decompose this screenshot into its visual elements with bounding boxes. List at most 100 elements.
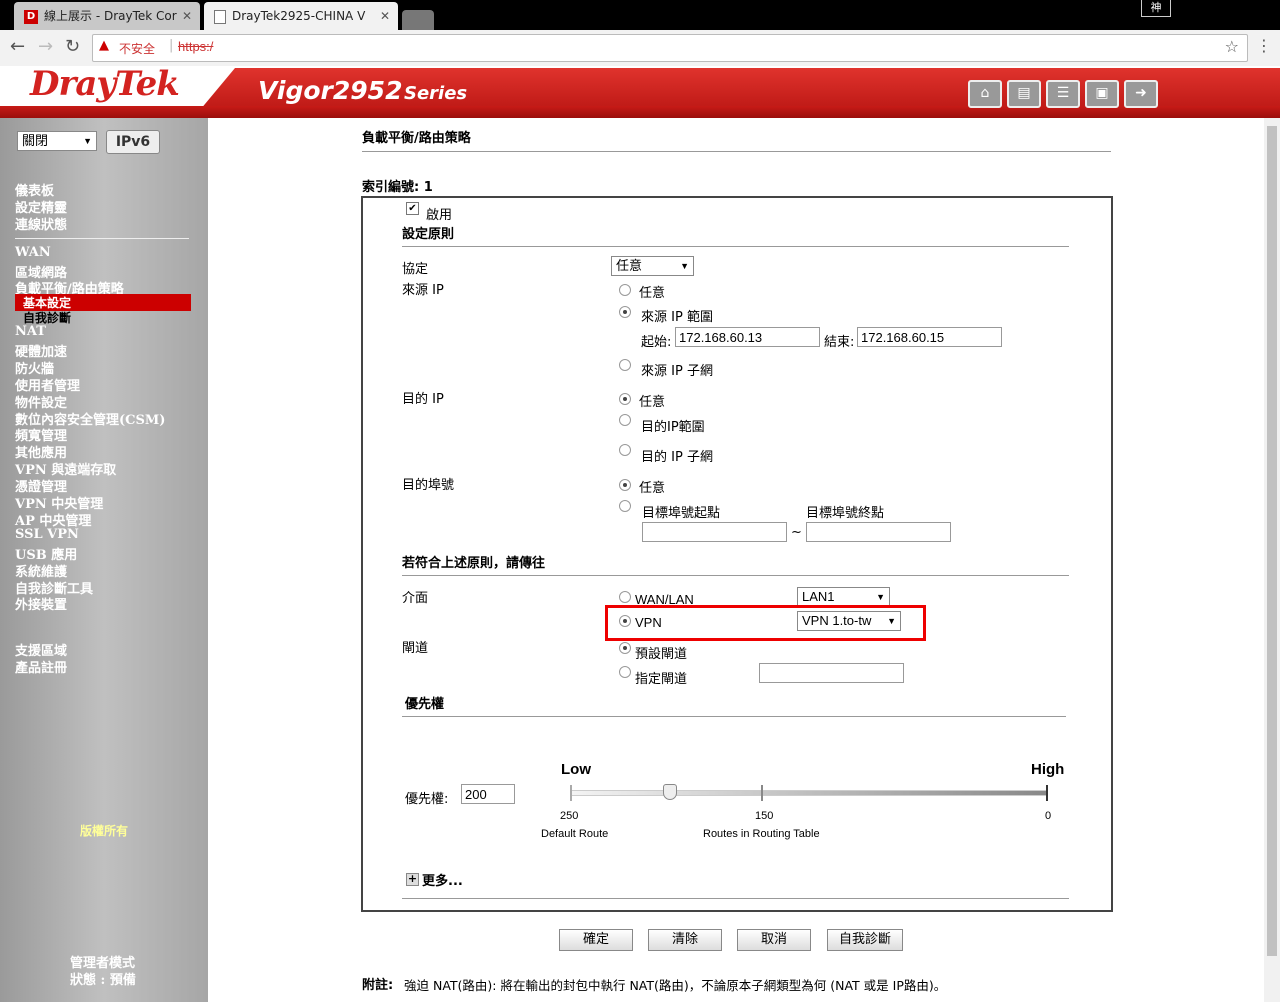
port-any-radio[interactable]: [619, 479, 631, 491]
warning-icon: ▲: [99, 38, 109, 53]
chevron-down-icon: ▼: [887, 616, 896, 626]
radio-label: VPN: [635, 615, 662, 630]
source-ip-label: 來源 IP: [402, 283, 444, 298]
ipv6-button[interactable]: IPv6: [106, 130, 160, 154]
browser-toolbar: ← → ↻ ▲ 不安全 | https:/ ☆ ⋮: [0, 30, 1280, 67]
slider-tick-right: [1046, 785, 1048, 801]
priority-label: 優先權:: [405, 792, 449, 807]
dest-port-label: 目的埠號: [402, 478, 455, 493]
page-icon: [214, 9, 226, 24]
sidebar-item[interactable]: 外接裝置: [15, 594, 67, 613]
rule-section-title: 設定原則: [402, 227, 455, 242]
radio-label: 任意: [639, 395, 666, 410]
reload-icon[interactable]: ↻: [65, 36, 80, 57]
enable-label: 啟用: [426, 208, 453, 223]
gateway-input[interactable]: [759, 663, 904, 683]
dest-ip-label: 目的 IP: [402, 392, 444, 407]
profile-button[interactable]: 神: [1141, 0, 1171, 17]
diagnose-button[interactable]: 自我診斷: [827, 929, 903, 951]
sidebar-item[interactable]: WAN: [15, 245, 51, 260]
port-range-radio[interactable]: [619, 500, 631, 512]
specify-gateway-radio[interactable]: [619, 666, 631, 678]
slider-tick-mid-label: 150: [755, 810, 774, 822]
sliders-icon[interactable]: ☰: [1046, 80, 1080, 108]
model-series: Series: [404, 83, 468, 104]
select-value: 任意: [616, 258, 643, 273]
browser-tab-2[interactable]: DrayTek2925-CHINA V ✕: [204, 2, 398, 30]
source-subnet-radio[interactable]: [619, 359, 631, 371]
save-icon[interactable]: ▣: [1085, 80, 1119, 108]
logout-icon[interactable]: ➜: [1124, 80, 1158, 108]
dest-range-radio[interactable]: [619, 414, 631, 426]
cancel-button[interactable]: 取消: [737, 929, 811, 951]
plus-icon[interactable]: +: [406, 873, 419, 886]
forward-arrow-icon[interactable]: →: [38, 36, 53, 57]
slider-tick-left-label: 250: [560, 810, 579, 822]
vpn-radio[interactable]: [619, 615, 631, 627]
end-label: 結束:: [824, 335, 855, 350]
home-icon[interactable]: ⌂: [968, 80, 1002, 108]
source-start-input[interactable]: 172.168.60.13: [675, 327, 820, 347]
priority-slider-thumb[interactable]: [663, 784, 678, 800]
start-label: 起始:: [641, 335, 672, 350]
select-value: VPN 1.to-tw: [802, 613, 872, 628]
new-tab-button[interactable]: [402, 10, 434, 30]
radio-label: 任意: [639, 286, 666, 301]
scrollbar-track[interactable]: [1264, 118, 1280, 1002]
priority-slider-track[interactable]: [570, 790, 1048, 796]
scrollbar-thumb[interactable]: [1267, 126, 1277, 956]
sidebar-divider: [15, 238, 189, 239]
model-name: Vigor2952: [258, 76, 403, 105]
routes-table-label: Routes in Routing Table: [703, 828, 820, 840]
gateway-label: 閘道: [402, 641, 429, 656]
browser-tab-1[interactable]: D 線上展示 - DrayTek Cor ✕: [14, 2, 200, 30]
vpn-select[interactable]: VPN 1.to-tw ▼: [797, 611, 901, 631]
port-start-input[interactable]: [642, 522, 787, 542]
clear-button[interactable]: 清除: [648, 929, 722, 951]
ok-button[interactable]: 確定: [559, 929, 633, 951]
window-icon[interactable]: ▤: [1007, 80, 1041, 108]
section-divider: [402, 246, 1069, 247]
source-range-radio[interactable]: [619, 306, 631, 318]
slider-tick-left: [570, 785, 572, 801]
protocol-label: 協定: [402, 262, 429, 277]
more-link[interactable]: 更多...: [422, 870, 463, 889]
source-any-radio[interactable]: [619, 284, 631, 296]
default-route-label: Default Route: [541, 828, 609, 840]
priority-input[interactable]: 200: [461, 784, 515, 804]
sidebar-item[interactable]: SSL VPN: [15, 527, 79, 542]
wanlan-select[interactable]: LAN1 ▼: [797, 587, 890, 607]
default-gateway-radio[interactable]: [619, 642, 631, 654]
status-text: 狀態 : 預備: [70, 973, 136, 988]
bookmark-star-icon[interactable]: ☆: [1225, 37, 1239, 56]
copyright-text: 版權所有: [80, 824, 129, 838]
wanlan-radio[interactable]: [619, 591, 631, 603]
chevron-down-icon: ▼: [876, 592, 885, 602]
section-divider: [402, 716, 1066, 717]
address-bar[interactable]: ▲ 不安全 | https:/ ☆: [92, 34, 1248, 62]
close-icon[interactable]: ✕: [182, 2, 192, 30]
sidebar-item[interactable]: 連線狀態: [15, 214, 67, 233]
close-icon[interactable]: ✕: [380, 2, 390, 30]
title-divider: [362, 151, 1111, 152]
port-start-label: 目標埠號起點: [642, 506, 721, 521]
select-value: 關閉: [22, 133, 49, 148]
chevron-down-icon: ▼: [680, 261, 689, 271]
radio-label: 來源 IP 範圍: [641, 310, 713, 325]
slider-tick-right-label: 0: [1045, 810, 1052, 822]
dest-subnet-radio[interactable]: [619, 444, 631, 456]
sidebar-item[interactable]: 產品註冊: [15, 657, 67, 676]
back-arrow-icon[interactable]: ←: [10, 36, 25, 57]
radio-label: 預設閘道: [635, 647, 688, 662]
dest-any-radio[interactable]: [619, 393, 631, 405]
protocol-select[interactable]: 任意 ▼: [611, 256, 694, 276]
source-end-input[interactable]: 172.168.60.15: [857, 327, 1002, 347]
sidebar-mode-select[interactable]: 關閉 ▼: [17, 131, 97, 151]
interface-label: 介面: [402, 591, 429, 606]
menu-dots-icon[interactable]: ⋮: [1256, 36, 1272, 55]
browser-tab-bar: D 線上展示 - DrayTek Cor ✕ DrayTek2925-CHINA …: [0, 0, 1280, 30]
sidebar-item[interactable]: NAT: [15, 324, 46, 339]
enable-checkbox[interactable]: ✔: [406, 202, 419, 215]
port-end-input[interactable]: [806, 522, 951, 542]
priority-section-title: 優先權: [405, 697, 445, 712]
